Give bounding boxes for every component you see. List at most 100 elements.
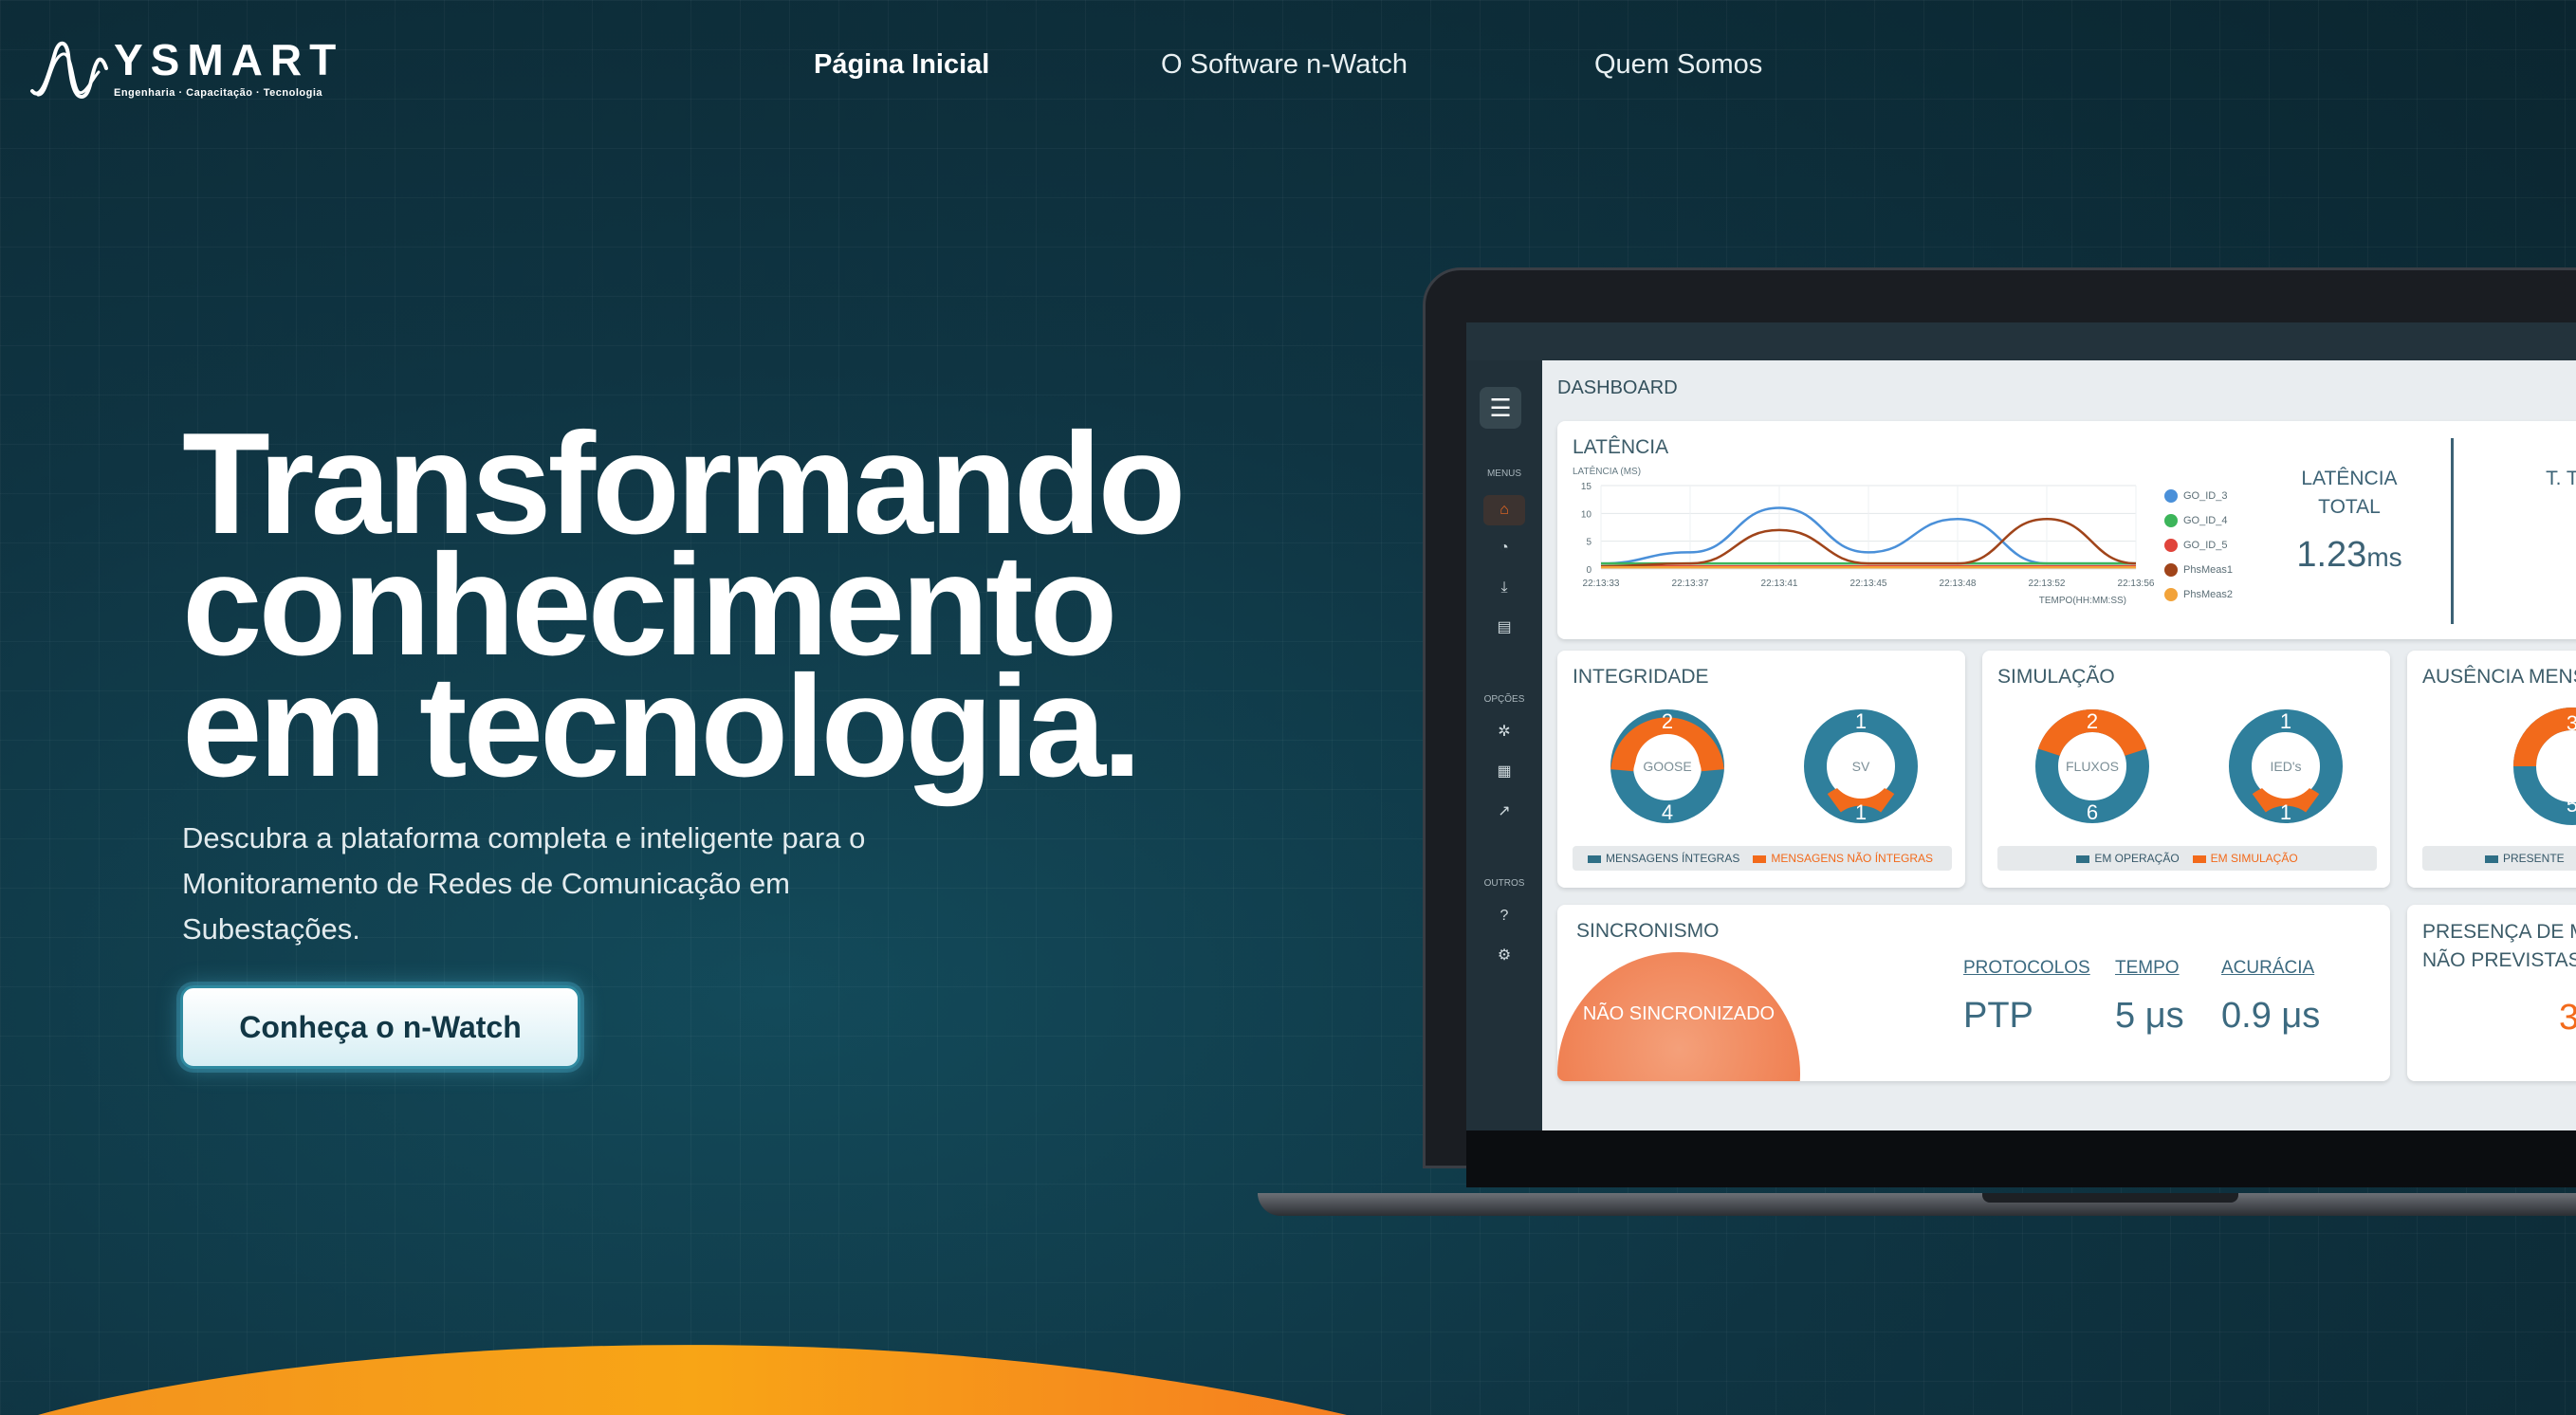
hero-title: Transformando conhecimento em tecnologia… — [182, 412, 1282, 807]
legend-entry: PhsMeas2 — [2164, 582, 2233, 607]
latency-total-value: 1.23 — [2296, 535, 2367, 575]
legend-swatch — [2164, 588, 2178, 601]
dashboard-screenshot: ☰ MENUS ⌂ ◔ ⤓ ▤ OPÇÕES ✲ ▦ ↗ OUTROS ? ⚙ … — [1466, 322, 2576, 1130]
legend-swatch — [2164, 489, 2178, 503]
x-axis-label: TEMPO(HH:MM:SS) — [2039, 596, 2126, 606]
y-tick-label: 5 — [1586, 538, 1592, 548]
sidebar-section-label: OPÇÕES — [1483, 694, 1525, 705]
absence-card: AUSÊNCIA MENS 3 5 PRESENTE — [2407, 651, 2576, 888]
x-tick-label: 22:13:45 — [1850, 579, 1887, 589]
legend-item: EM SIMULAÇÃO — [2210, 852, 2298, 865]
sync-time: TEMPO 5 μs — [2115, 958, 2184, 1037]
absence-legend: PRESENTE — [2422, 846, 2576, 871]
dashboard-sidebar: ☰ MENUS ⌂ ◔ ⤓ ▤ OPÇÕES ✲ ▦ ↗ OUTROS ? ⚙ — [1466, 360, 1542, 1130]
ieds-donut: 1 1 IED's — [2229, 709, 2343, 824]
card-title: SINCRONISMO — [1576, 920, 1720, 942]
donut-label: IED's — [2270, 759, 2301, 774]
donut-label: GOOSE — [1643, 759, 1691, 774]
y-tick-label: 10 — [1581, 509, 1592, 520]
integrity-legend: MENSAGENS ÍNTEGRAS MENSAGENS NÃO ÍNTEGRA… — [1573, 846, 1952, 871]
latency-chart: 0 5 10 15 22:13:33 22:13:37 22:13:41 22:13:45 22… — [1581, 482, 2155, 606]
legend-swatch — [2164, 563, 2178, 577]
card-title-line: NÃO PREVISTAS — [2422, 949, 2576, 971]
donut-bottom-value: 1 — [1855, 800, 1867, 824]
donut-label: FLUXOS — [2066, 759, 2119, 774]
sync-accuracy: ACURÁCIA 0.9 μs — [2221, 958, 2320, 1037]
dashboard-topbar — [1466, 322, 2576, 360]
goose-donut: 2 4 GOOSE — [1610, 709, 1724, 824]
nav-item-about[interactable]: Quem Somos — [1594, 49, 1762, 81]
gear-icon[interactable]: ⚙ — [1493, 945, 1516, 967]
transfer-value: 1m — [2468, 506, 2576, 547]
cta-button[interactable]: Conheça o n-Watch — [180, 985, 580, 1069]
donut-bottom-value: 6 — [2087, 800, 2098, 824]
laptop-mockup: ☰ MENUS ⌂ ◔ ⤓ ▤ OPÇÕES ✲ ▦ ↗ OUTROS ? ⚙ … — [1258, 267, 2576, 1216]
laptop-base — [1258, 1193, 2576, 1216]
notes-icon[interactable]: ▦ — [1493, 761, 1516, 783]
donut-top-value: 2 — [2087, 709, 2098, 733]
transfer-stat: T. TRANSF 1m — [2468, 465, 2576, 547]
x-tick-label: 22:13:33 — [1583, 579, 1620, 589]
help-icon[interactable]: ? — [1493, 905, 1516, 928]
sync-col-value: PTP — [1963, 996, 2033, 1036]
card-title-line: PRESENÇA DE ME — [2422, 921, 2576, 943]
donut-top-value: 1 — [1855, 709, 1867, 733]
absence-donut: 3 5 — [2513, 708, 2576, 825]
x-tick-label: 22:13:41 — [1761, 579, 1798, 589]
legend-entry: PhsMeas1 — [2164, 558, 2233, 582]
card-title: AUSÊNCIA MENS — [2422, 666, 2576, 688]
hero-title-line: em tecnologia. — [182, 646, 1142, 807]
legend-label: PhsMeas2 — [2183, 589, 2233, 600]
x-tick-label: 22:13:56 — [2118, 579, 2155, 589]
sync-col-value: 5 μs — [2115, 996, 2184, 1036]
hamburger-icon[interactable]: ☰ — [1480, 387, 1521, 429]
card-title: INTEGRIDADE — [1573, 666, 1709, 688]
chart-legend: GO_ID_3 GO_ID_4 GO_ID_5 PhsMeas1 PhsMeas2 — [2164, 484, 2233, 607]
legend-label: GO_ID_5 — [2183, 540, 2228, 551]
card-title: SIMULAÇÃO — [1997, 666, 2115, 688]
storage-icon[interactable]: ▤ — [1493, 616, 1516, 639]
legend-entry: GO_ID_3 — [2164, 484, 2233, 508]
absence-bottom-value: 5 — [2567, 793, 2576, 817]
flows-donut: 2 6 FLUXOS — [2035, 709, 2149, 824]
legend-item: MENSAGENS ÍNTEGRAS — [1606, 852, 1740, 865]
legend-swatch — [2164, 539, 2178, 552]
divider — [2451, 438, 2454, 624]
dashboard-title: DASHBOARD — [1557, 377, 1678, 398]
settings-icon[interactable]: ✲ — [1493, 721, 1516, 744]
legend-item: EM OPERAÇÃO — [2094, 852, 2180, 865]
transfer-label: T. TRANSF — [2546, 468, 2576, 489]
sync-col-label: ACURÁCIA — [2221, 958, 2315, 978]
presence-card: PRESENÇA DE ME NÃO PREVISTAS 3 — [2407, 905, 2576, 1081]
pie-chart-icon[interactable]: ◔ — [1493, 537, 1516, 560]
simulation-card: SIMULAÇÃO 2 6 FLUXOS 1 1 IED's EM OPERAÇÃO E… — [1982, 651, 2390, 888]
download-icon[interactable]: ⤓ — [1493, 577, 1516, 599]
main-nav: Página Inicial O Software n-Watch Quem S… — [0, 49, 2576, 87]
donut-bottom-value: 1 — [2280, 800, 2291, 824]
hero-description: Descubra a plataforma completa e intelig… — [182, 821, 866, 946]
legend-label: GO_ID_4 — [2183, 515, 2228, 526]
home-icon[interactable]: ⌂ — [1483, 495, 1525, 525]
donut-top-value: 2 — [1662, 709, 1673, 733]
legend-entry: GO_ID_5 — [2164, 533, 2233, 558]
trend-icon[interactable]: ↗ — [1493, 800, 1516, 823]
sync-status: NÃO SINCRONIZADO — [1582, 1003, 1776, 1024]
brand-tagline: Engenharia · Capacitação · Tecnologia — [114, 87, 323, 99]
sync-col-label: PROTOCOLOS — [1963, 958, 2090, 978]
legend-swatch — [2164, 514, 2178, 527]
simulation-legend: EM OPERAÇÃO EM SIMULAÇÃO — [1997, 846, 2377, 871]
sync-col-value: 0.9 μs — [2221, 996, 2321, 1036]
legend-item: MENSAGENS NÃO ÍNTEGRAS — [1771, 852, 1934, 865]
donut-bottom-value: 4 — [1662, 800, 1673, 824]
x-tick-label: 22:13:52 — [2029, 579, 2066, 589]
laptop-notch — [1982, 1193, 2238, 1203]
x-tick-label: 22:13:37 — [1672, 579, 1709, 589]
legend-entry: GO_ID_4 — [2164, 508, 2233, 533]
nav-item-software[interactable]: O Software n-Watch — [1161, 49, 1408, 81]
legend-label: PhsMeas1 — [2183, 564, 2233, 576]
sync-card: SINCRONISMO NÃO SINCRONIZADO PROTOCOLOS … — [1557, 905, 2390, 1081]
absence-top-value: 3 — [2567, 711, 2576, 735]
latency-total-label: LATÊNCIA TOTAL — [2301, 468, 2398, 518]
sv-donut: 1 1 SV — [1804, 709, 1918, 824]
nav-item-home[interactable]: Página Inicial — [814, 49, 989, 81]
